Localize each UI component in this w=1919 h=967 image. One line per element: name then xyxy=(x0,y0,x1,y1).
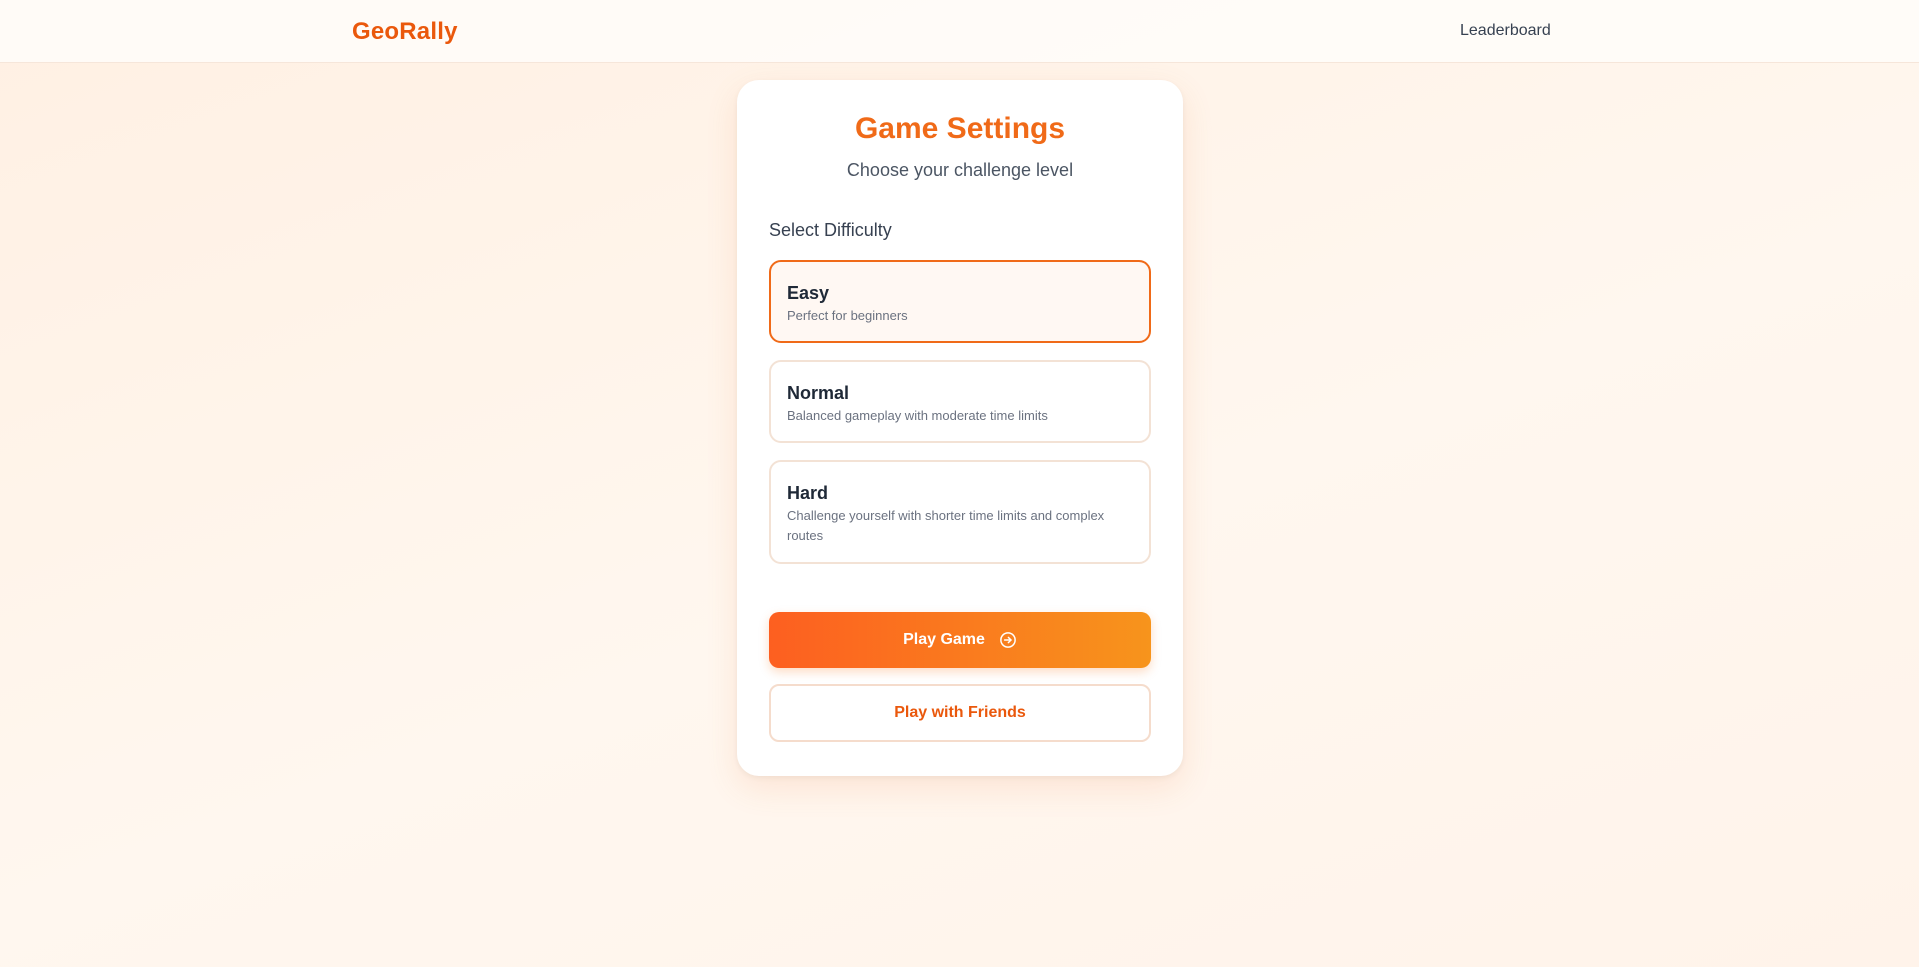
brand-logo[interactable]: GeoRally xyxy=(352,18,458,46)
play-game-label: Play Game xyxy=(903,631,985,648)
difficulty-option-title: Normal xyxy=(787,383,850,403)
difficulty-option-easy[interactable]: Easy Perfect for beginners xyxy=(769,260,1151,343)
difficulty-option-normal[interactable]: Normal Balanced gameplay with moderate t… xyxy=(769,360,1151,443)
difficulty-option-description: Challenge yourself with shorter time lim… xyxy=(787,508,1105,543)
difficulty-option-title: Easy xyxy=(787,283,830,303)
top-navbar: GeoRally Leaderboard xyxy=(0,0,1919,63)
play-game-button[interactable]: Play Game xyxy=(769,612,1151,668)
page-title: Game Settings xyxy=(854,112,1066,145)
difficulty-option-description: Balanced gameplay with moderate time lim… xyxy=(787,408,1048,423)
difficulty-option-title: Hard xyxy=(787,483,829,503)
play-with-friends-button[interactable]: Play with Friends xyxy=(769,684,1151,742)
play-with-friends-label: Play with Friends xyxy=(894,704,1026,721)
page-subtitle: Choose your challenge level xyxy=(846,160,1074,180)
game-settings-card: Game Settings Choose your challenge leve… xyxy=(737,80,1183,776)
arrow-circle-right-icon xyxy=(999,631,1017,649)
difficulty-option-hard[interactable]: Hard Challenge yourself with shorter tim… xyxy=(769,460,1151,564)
difficulty-label: Select Difficulty xyxy=(769,220,892,240)
difficulty-option-description: Perfect for beginners xyxy=(787,308,908,323)
nav-leaderboard-link[interactable]: Leaderboard xyxy=(1460,22,1551,40)
